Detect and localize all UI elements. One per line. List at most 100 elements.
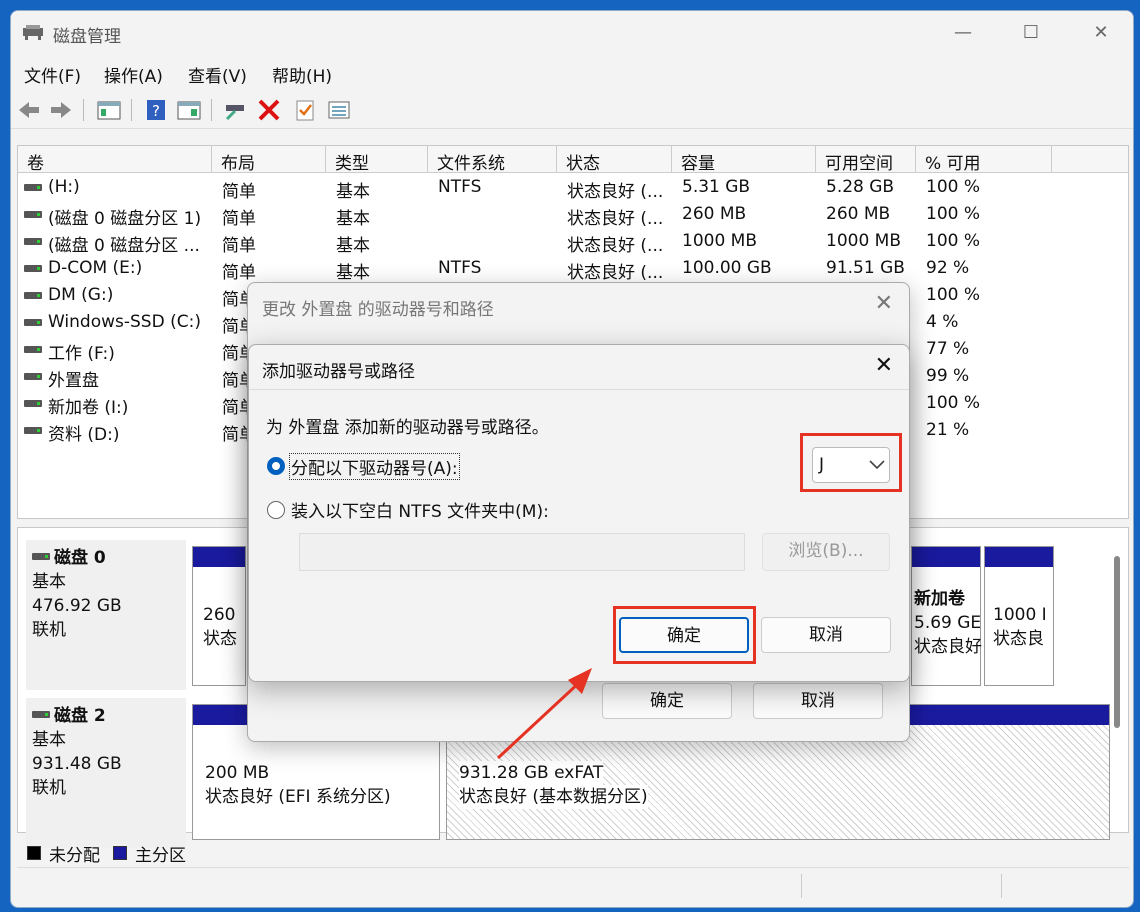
volume-cell-pct: 100 %	[926, 285, 981, 305]
volume-cell-name: D-COM (E:)	[48, 258, 143, 278]
minimize-button[interactable]: —	[943, 19, 983, 47]
column-header-type[interactable]: 类型	[326, 146, 428, 174]
volume-row[interactable]: (H:) 简单 基本 NTFS 状态良好 (... 5.31 GB 5.28 GB 100 %	[18, 174, 1128, 202]
disk-icon	[24, 319, 42, 326]
svg-text:?: ?	[152, 102, 160, 120]
column-header-volume[interactable]: 卷	[18, 146, 212, 174]
folder-path-input[interactable]	[299, 533, 745, 571]
volume-cell-fs: NTFS	[438, 258, 482, 278]
volume-cell-pct: 92 %	[926, 258, 970, 278]
window-title: 磁盘管理	[53, 27, 121, 47]
column-header-filesystem[interactable]: 文件系统	[428, 146, 557, 174]
volume-cell-cap: 5.31 GB	[682, 177, 751, 197]
volume-cell-free: 1000 MB	[826, 231, 901, 251]
toolbar: ?	[11, 91, 1133, 129]
delete-icon[interactable]	[257, 99, 281, 121]
menu-bar: 文件(F) 操作(A) 查看(V) 帮助(H)	[11, 59, 1133, 87]
mount-folder-radio[interactable]	[267, 501, 285, 519]
column-header-capacity[interactable]: 容量	[672, 146, 816, 174]
status-bar	[17, 867, 1129, 901]
volume-cell-type: 基本	[336, 209, 370, 229]
volume-cell-status: 状态良好 (...	[567, 209, 664, 229]
back-arrow-icon[interactable]	[17, 99, 41, 121]
disk-icon	[24, 184, 42, 191]
cancel-button[interactable]: 取消	[753, 683, 883, 719]
column-header-free-space[interactable]: 可用空间	[816, 146, 916, 174]
menu-view[interactable]: 查看(V)	[188, 62, 247, 87]
column-header-percent-free[interactable]: % 可用	[916, 146, 1052, 174]
disk-icon	[24, 211, 42, 218]
volume-cell-type: 基本	[336, 263, 370, 283]
partition-size: 1000 I	[993, 605, 1047, 625]
column-header-empty	[1052, 146, 1128, 173]
mount-folder-label[interactable]: 装入以下空白 NTFS 文件夹中(M):	[291, 497, 549, 522]
close-icon[interactable]: ✕	[875, 353, 893, 378]
volume-cell-layout: 简单	[222, 263, 256, 283]
maximize-button[interactable]: ☐	[1011, 19, 1051, 47]
volume-cell-cap: 260 MB	[682, 204, 747, 224]
volume-cell-name: 工作 (F:)	[48, 344, 115, 364]
disk-management-icon	[23, 25, 43, 40]
close-button[interactable]: ✕	[1081, 19, 1121, 47]
dialog-title: 添加驱动器号或路径	[262, 362, 415, 382]
disk0-size: 476.92 GB	[32, 596, 122, 616]
disk0-name: 磁盘 0	[54, 548, 106, 568]
annotation-arrow-icon	[496, 668, 592, 760]
assign-letter-radio[interactable]	[267, 457, 285, 475]
partition-status: 状态良好 (基本数据分区)	[459, 785, 648, 809]
menu-file[interactable]: 文件(F)	[24, 62, 81, 87]
ok-button[interactable]: 确定	[602, 683, 732, 719]
volume-cell-pct: 4 %	[926, 312, 959, 332]
disk2-state: 联机	[32, 778, 66, 798]
disk0-partition-3[interactable]: 1000 I 状态良	[984, 546, 1054, 686]
volume-cell-cap: 100.00 GB	[682, 258, 772, 278]
legend: 未分配 主分区	[17, 839, 1129, 866]
volume-row[interactable]: D-COM (E:) 简单 基本 NTFS 状态良好 (... 100.00 GB 91.5…	[18, 255, 1128, 283]
menu-action[interactable]: 操作(A)	[104, 62, 163, 87]
browse-button[interactable]: 浏览(B)...	[762, 533, 890, 571]
volume-cell-free: 5.28 GB	[826, 177, 895, 197]
volume-cell-name: (磁盘 0 磁盘分区 ...	[48, 236, 200, 256]
disk0-state: 联机	[32, 620, 66, 640]
legend-unallocated-swatch	[27, 846, 41, 860]
partition-header	[985, 547, 1053, 567]
volume-cell-name: 新加卷 (I:)	[48, 398, 129, 418]
disk0-label[interactable]: 磁盘 0 基本 476.92 GB 联机	[26, 540, 186, 690]
connect-icon[interactable]	[223, 99, 247, 121]
disk-icon	[24, 400, 42, 407]
volume-cell-cap: 1000 MB	[682, 231, 757, 251]
disk2-label[interactable]: 磁盘 2 基本 931.48 GB 联机	[26, 698, 186, 848]
forward-arrow-icon[interactable]	[49, 99, 73, 121]
volume-row[interactable]: (磁盘 0 磁盘分区 ... 简单 基本 状态良好 (... 1000 MB 1000 M…	[18, 228, 1128, 256]
column-header-layout[interactable]: 布局	[212, 146, 326, 174]
toolbar-separator	[131, 99, 132, 121]
menu-help[interactable]: 帮助(H)	[272, 62, 332, 87]
volume-cell-fs: NTFS	[438, 177, 482, 197]
scrollbar[interactable]	[1114, 556, 1120, 728]
console-tree-icon[interactable]	[97, 99, 121, 121]
disk-icon	[24, 265, 42, 272]
volume-cell-name: (H:)	[48, 177, 80, 197]
partition-status: 状态	[203, 629, 237, 649]
cancel-button[interactable]: 取消	[761, 617, 891, 653]
disk-icon	[32, 711, 50, 718]
disk-icon	[24, 238, 42, 245]
disk0-partition-new-volume[interactable]: 新加卷 5.69 GE 状态良好	[911, 546, 982, 686]
show-hide-icon[interactable]	[177, 99, 201, 121]
disk-icon	[24, 346, 42, 353]
toolbar-separator	[83, 99, 84, 121]
list-icon[interactable]	[327, 99, 351, 121]
assign-letter-label[interactable]: 分配以下驱动器号(A):	[289, 453, 460, 480]
disk0-partition-1[interactable]: 260 状态	[192, 546, 246, 686]
properties-icon[interactable]	[293, 99, 317, 121]
disk-icon	[24, 292, 42, 299]
volume-cell-name: DM (G:)	[48, 285, 114, 305]
volume-row[interactable]: (磁盘 0 磁盘分区 1) 简单 基本 状态良好 (... 260 MB 260 MB 10…	[18, 201, 1128, 229]
close-icon[interactable]: ✕	[875, 291, 893, 316]
volume-cell-pct: 100 %	[926, 231, 981, 251]
legend-primary: 主分区	[135, 846, 186, 866]
column-header-status[interactable]: 状态	[557, 146, 672, 174]
partition-size: 260	[203, 605, 236, 625]
help-icon[interactable]: ?	[145, 99, 169, 121]
volume-cell-pct: 77 %	[926, 339, 970, 359]
